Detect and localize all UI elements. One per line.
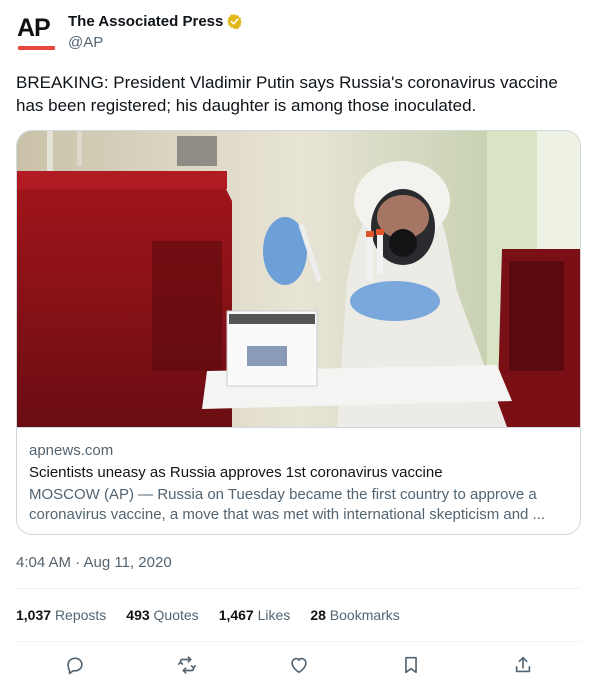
bookmarks-count: 28 [310,607,326,623]
card-domain: apnews.com [29,442,114,459]
card-title: Scientists uneasy as Russia approves 1st… [29,464,443,481]
card-description: MOSCOW (AP) — Russia on Tuesday became t… [29,486,546,523]
bookmarks-stat[interactable]: 28 Bookmarks [310,607,400,623]
reposts-label: Reposts [54,607,107,623]
quotes-stat[interactable]: 493 Quotes [126,607,198,623]
author-handle[interactable]: @AP [68,34,103,51]
action-bar [0,650,598,680]
quotes-label: Quotes [153,607,199,623]
ap-logo-underline [18,46,55,50]
card-image[interactable] [17,131,580,427]
ap-logo-text: AP [17,14,51,42]
tweet-timestamp[interactable]: 4:04 AM · Aug 11, 2020 [16,554,172,571]
like-icon[interactable] [288,654,310,676]
reposts-count: 1,037 [16,607,52,623]
author-avatar[interactable]: AP [16,12,58,56]
bookmarks-label: Bookmarks [329,607,400,623]
likes-label: Likes [257,607,291,623]
share-icon[interactable] [512,654,534,676]
link-card[interactable]: apnews.com Scientists uneasy as Russia a… [16,130,581,535]
quotes-count: 493 [126,607,150,623]
engagement-stats: 1,037 Reposts 493 Quotes 1,467 Likes 28 … [16,607,420,623]
verified-badge-icon [226,13,243,30]
author-name[interactable]: The Associated Press [68,13,223,30]
reposts-stat[interactable]: 1,037 Reposts [16,607,106,623]
likes-count: 1,467 [218,607,254,623]
repost-icon[interactable] [176,654,198,676]
card-divider [17,427,580,428]
likes-stat[interactable]: 1,467 Likes [219,607,291,623]
bookmark-icon[interactable] [400,654,422,676]
reply-icon[interactable] [64,654,86,676]
divider [16,588,581,589]
tweet-text: BREAKING: President Vladimir Putin says … [16,73,558,115]
divider [16,641,581,642]
